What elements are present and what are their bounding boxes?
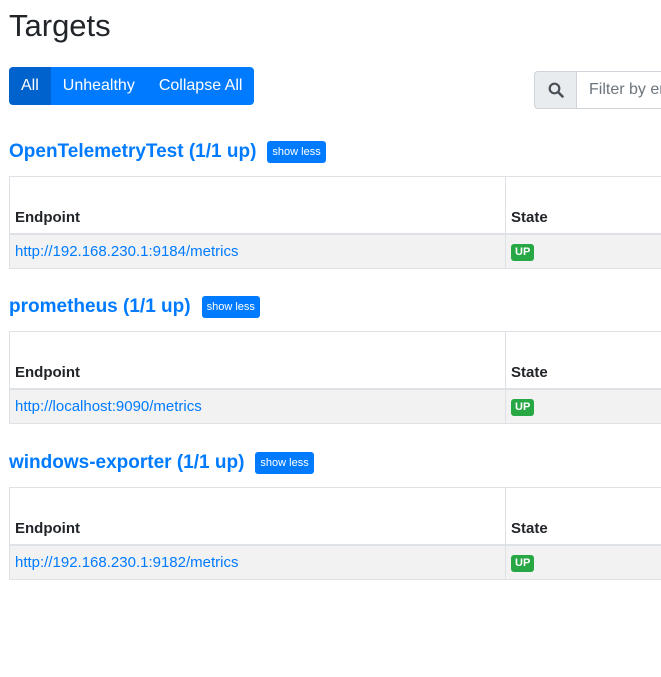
pool-title-link[interactable]: OpenTelemetryTest (1/1 up): [9, 141, 256, 163]
state-column-header: State: [505, 176, 661, 235]
state-column-header: State: [505, 487, 661, 546]
state-column-header: State: [505, 331, 661, 390]
endpoint-link[interactable]: http://localhost:9090/metrics: [15, 398, 202, 415]
pool-section: prometheus (1/1 up) show less Endpoint S…: [9, 293, 661, 424]
state-badge: UP: [511, 398, 535, 416]
endpoint-filter: [534, 71, 661, 109]
pool-section: windows-exporter (1/1 up) show less Endp…: [9, 449, 661, 580]
state-badge: UP: [511, 554, 535, 572]
table-row: http://localhost:9090/metrics UP: [9, 388, 661, 424]
endpoint-link[interactable]: http://192.168.230.1:9184/metrics: [15, 243, 238, 260]
filter-button-group: All Unhealthy Collapse All: [9, 67, 255, 105]
show-less-button[interactable]: show less: [255, 452, 314, 474]
state-cell: UP: [505, 544, 661, 580]
targets-table: Endpoint State http://localhost:9090/met…: [9, 331, 661, 424]
pool-title-link[interactable]: windows-exporter (1/1 up): [9, 452, 244, 474]
table-row: http://192.168.230.1:9184/metrics UP: [9, 233, 661, 269]
pool-section: OpenTelemetryTest (1/1 up) show less End…: [9, 138, 661, 269]
endpoint-column-header: Endpoint: [9, 487, 506, 546]
table-header-row: Endpoint State: [9, 331, 661, 390]
page-title: Targets: [9, 8, 111, 43]
state-badge: UP: [511, 243, 535, 261]
pool-header: windows-exporter (1/1 up) show less: [9, 449, 661, 477]
targets-page: Targets All Unhealthy Collapse All OpenT…: [0, 0, 661, 677]
show-less-button[interactable]: show less: [201, 296, 260, 318]
collapse-all-button[interactable]: Collapse All: [146, 67, 255, 105]
pool-header: OpenTelemetryTest (1/1 up) show less: [9, 138, 661, 166]
filter-input[interactable]: [576, 71, 661, 109]
endpoint-cell: http://localhost:9090/metrics: [9, 388, 506, 424]
endpoint-cell: http://192.168.230.1:9182/metrics: [9, 544, 506, 580]
all-button[interactable]: All: [9, 67, 51, 105]
pool-header: prometheus (1/1 up) show less: [9, 293, 661, 321]
state-cell: UP: [505, 233, 661, 269]
unhealthy-button[interactable]: Unhealthy: [50, 67, 147, 105]
pool-title-link[interactable]: prometheus (1/1 up): [9, 296, 191, 318]
endpoint-link[interactable]: http://192.168.230.1:9182/metrics: [15, 554, 238, 571]
endpoint-column-header: Endpoint: [9, 331, 506, 390]
search-icon: [548, 82, 564, 98]
show-less-button[interactable]: show less: [267, 141, 326, 163]
table-header-row: Endpoint State: [9, 487, 661, 546]
targets-table: Endpoint State http://192.168.230.1:9184…: [9, 176, 661, 269]
endpoint-column-header: Endpoint: [9, 176, 506, 235]
search-icon-box: [534, 71, 576, 109]
table-row: http://192.168.230.1:9182/metrics UP: [9, 544, 661, 580]
targets-table: Endpoint State http://192.168.230.1:9182…: [9, 487, 661, 580]
endpoint-cell: http://192.168.230.1:9184/metrics: [9, 233, 506, 269]
table-header-row: Endpoint State: [9, 176, 661, 235]
state-cell: UP: [505, 388, 661, 424]
